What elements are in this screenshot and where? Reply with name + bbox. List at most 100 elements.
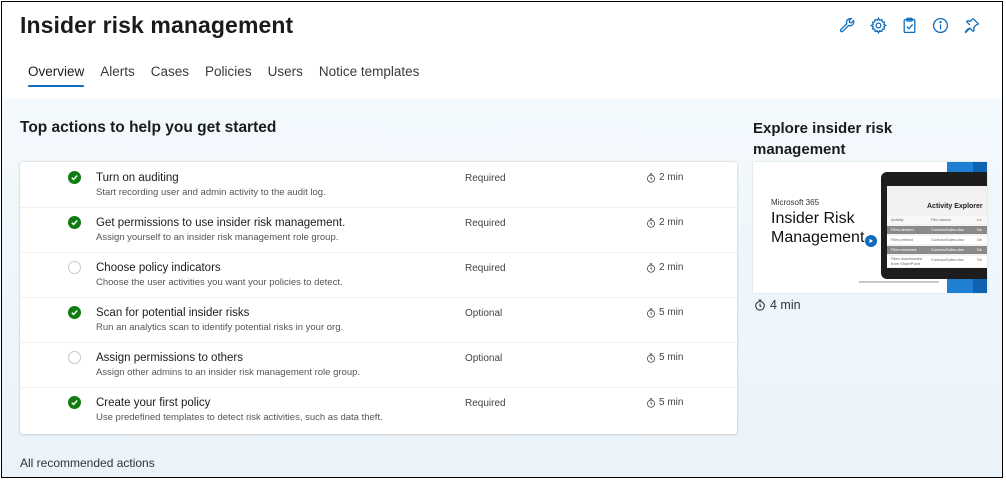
- screen-cell: Sh: [977, 257, 982, 262]
- action-row-create-first-policy[interactable]: Create your first policy Use predefined …: [20, 387, 737, 432]
- monitor-screen: Activity Explorer Activity File names Lo…: [887, 186, 987, 268]
- screen-cell: ContosoSales.xlsx: [931, 237, 964, 242]
- monitor-stand: [859, 281, 939, 283]
- action-time-label: 2 min: [659, 262, 684, 273]
- action-description: Assign other admins to an insider risk m…: [96, 367, 361, 378]
- screen-cell: De: [977, 247, 983, 252]
- action-time-label: 5 min: [659, 352, 684, 363]
- app-window: Insider risk management Overview Alerts …: [1, 1, 1003, 478]
- action-requirement: Required: [465, 263, 506, 274]
- screen-cell: Activity: [891, 217, 904, 222]
- action-time: 2 min: [646, 262, 683, 273]
- screen-cell: Files printed: [891, 237, 913, 242]
- video-duration-label: 4 min: [770, 298, 801, 312]
- video-duration: 4 min: [754, 298, 801, 312]
- action-time: 2 min: [646, 217, 683, 228]
- stopwatch-icon: [646, 217, 656, 228]
- screen-cell: De: [977, 227, 983, 232]
- action-row-turn-on-auditing[interactable]: Turn on auditing Start recording user an…: [20, 162, 737, 208]
- tab-policies[interactable]: Policies: [197, 62, 260, 87]
- action-row-scan-insider-risks[interactable]: Scan for potential insider risks Run an …: [20, 297, 737, 343]
- action-title: Scan for potential insider risks: [96, 307, 250, 319]
- screen-cell: File names: [931, 217, 951, 222]
- stopwatch-icon: [646, 172, 656, 183]
- tab-overview[interactable]: Overview: [20, 62, 92, 87]
- screen-row: Activity File names Lo: [887, 216, 987, 224]
- screen-cell: Files deleted: [891, 227, 914, 232]
- action-requirement: Required: [465, 173, 506, 184]
- tab-cases[interactable]: Cases: [143, 62, 197, 87]
- stopwatch-icon: [646, 262, 656, 273]
- video-headline: Insider Risk Management: [771, 209, 864, 247]
- stopwatch-icon: [646, 307, 656, 318]
- actions-card: Turn on auditing Start recording user an…: [20, 162, 737, 434]
- empty-circle-icon: [68, 261, 81, 274]
- clipboard-icon[interactable]: [900, 16, 918, 34]
- action-time-label: 2 min: [659, 172, 684, 183]
- action-row-get-permissions[interactable]: Get permissions to use insider risk mana…: [20, 207, 737, 253]
- action-requirement: Required: [465, 218, 506, 229]
- explore-title: Explore insider risk management: [753, 120, 893, 158]
- action-description: Choose the user activities you want your…: [96, 277, 343, 288]
- screen-title: Activity Explorer: [927, 203, 983, 210]
- screen-cell: Files renamed: [891, 247, 917, 252]
- page-title: Insider risk management: [20, 12, 294, 38]
- action-title: Assign permissions to others: [96, 352, 244, 364]
- action-title: Choose policy indicators: [96, 262, 221, 274]
- action-description: Use predefined templates to detect risk …: [96, 412, 383, 423]
- monitor-graphic: Activity Explorer Activity File names Lo…: [881, 172, 987, 279]
- action-requirement: Optional: [465, 353, 503, 364]
- pin-icon[interactable]: [962, 16, 980, 34]
- action-requirement: Required: [465, 398, 506, 409]
- action-time: 2 min: [646, 172, 683, 183]
- action-time: 5 min: [646, 397, 683, 408]
- action-title: Turn on auditing: [96, 172, 179, 184]
- screen-row: Files downloaded from SharePoint Contoso…: [887, 256, 987, 267]
- action-row-assign-permissions[interactable]: Assign permissions to others Assign othe…: [20, 342, 737, 388]
- all-recommended-actions-link[interactable]: All recommended actions: [20, 456, 155, 470]
- action-time: 5 min: [646, 352, 683, 363]
- action-time-label: 2 min: [659, 217, 684, 228]
- stopwatch-icon: [646, 352, 656, 363]
- action-time-label: 5 min: [659, 397, 684, 408]
- tab-bar: Overview Alerts Cases Policies Users Not…: [20, 62, 427, 87]
- screen-row: Files printed ContosoSales.xlsx De: [887, 236, 987, 244]
- info-icon[interactable]: [931, 16, 949, 34]
- check-icon: [68, 216, 81, 229]
- video-headline-line2: Management: [771, 229, 865, 246]
- tab-users[interactable]: Users: [260, 62, 311, 87]
- screen-cell: Files downloaded from SharePoint: [891, 256, 923, 266]
- screen-row: Files deleted ContosoSales.xlsx De: [887, 226, 987, 234]
- check-icon: [68, 306, 81, 319]
- video-headline-line1: Insider Risk: [771, 210, 855, 227]
- tab-notice-templates[interactable]: Notice templates: [311, 62, 428, 87]
- action-requirement: Optional: [465, 308, 503, 319]
- screen-cell: De: [977, 237, 983, 242]
- video-brand: Microsoft 365: [771, 198, 820, 207]
- action-time: 5 min: [646, 307, 683, 318]
- section-title: Top actions to help you get started: [20, 119, 277, 136]
- action-row-choose-policy-indicators[interactable]: Choose policy indicators Choose the user…: [20, 252, 737, 298]
- action-description: Run an analytics scan to identify potent…: [96, 322, 344, 333]
- screen-cell: ContosoSales.xlsx: [931, 257, 964, 262]
- action-title: Create your first policy: [96, 397, 211, 409]
- header-toolbar: [838, 16, 980, 34]
- stopwatch-icon: [755, 299, 765, 311]
- screen-row: Files renamed ContosoSales.xlsx De: [887, 246, 987, 254]
- check-icon: [68, 396, 81, 409]
- check-icon: [68, 171, 81, 184]
- screen-cell: ContosoSales.xlsx: [931, 227, 964, 232]
- wrench-icon[interactable]: [838, 16, 856, 34]
- action-title: Get permissions to use insider risk mana…: [96, 217, 346, 229]
- action-description: Assign yourself to an insider risk manag…: [96, 232, 339, 243]
- empty-circle-icon: [68, 351, 81, 364]
- stopwatch-icon: [646, 397, 656, 408]
- tab-alerts[interactable]: Alerts: [92, 62, 143, 87]
- gear-icon[interactable]: [869, 16, 887, 34]
- play-icon[interactable]: [865, 235, 877, 247]
- action-time-label: 5 min: [659, 307, 684, 318]
- screen-cell: Lo: [977, 217, 982, 222]
- screen-cell: ContosoSales.xlsx: [931, 247, 964, 252]
- video-thumbnail[interactable]: Activity Explorer Activity File names Lo…: [753, 162, 987, 293]
- action-description: Start recording user and admin activity …: [96, 187, 326, 198]
